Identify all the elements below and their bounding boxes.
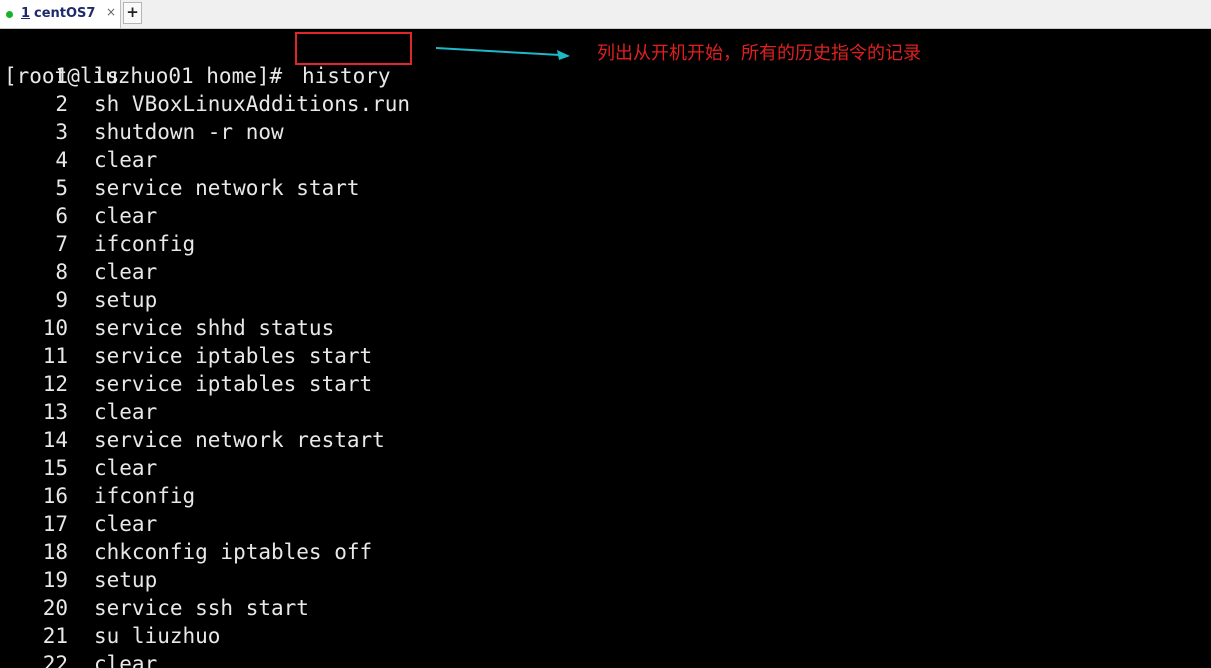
history-command: service network start (94, 176, 360, 200)
history-number: 14 (42, 428, 68, 452)
close-icon[interactable]: × (106, 5, 116, 19)
history-number: 18 (42, 540, 68, 564)
history-command: chkconfig iptables off (94, 540, 373, 564)
history-number: 7 (55, 232, 68, 256)
history-command: sh VBoxLinuxAdditions.run (94, 92, 411, 116)
history-command: clear (94, 400, 158, 424)
tab-bar: 1 centOS7 × + (0, 0, 1211, 29)
history-command: clear (94, 652, 158, 668)
history-number: 22 (42, 652, 68, 668)
terminal-output[interactable]: [root@liuzhuo01 home]# history 1 ls 2 sh VBo… (0, 29, 1211, 668)
tab-title: centOS7 (34, 6, 96, 21)
history-number: 8 (55, 260, 68, 284)
history-number: 6 (55, 204, 68, 228)
history-number: 9 (55, 288, 68, 312)
tab-number: 1 (21, 6, 31, 21)
prompt-line: [root@liuzhuo01 home]# history (0, 34, 391, 88)
history-number: 20 (42, 596, 68, 620)
history-command: clear (94, 148, 158, 172)
history-number: 21 (42, 624, 68, 648)
history-command: service iptables start (94, 344, 373, 368)
history-number: 1 (55, 64, 68, 88)
history-number: 5 (55, 176, 68, 200)
history-number: 2 (55, 92, 68, 116)
annotation-arrow-icon (435, 47, 570, 60)
history-command: service network restart (94, 428, 385, 452)
history-number: 11 (42, 344, 68, 368)
history-command: clear (94, 260, 158, 284)
history-command: clear (94, 204, 158, 228)
tab-centos7[interactable]: 1 centOS7 × (0, 0, 121, 28)
history-command: ls (94, 64, 120, 88)
history-command: service ssh start (94, 596, 309, 620)
connection-status-icon (6, 11, 13, 18)
annotation-text: 列出从开机开始，所有的历史指令的记录 (597, 43, 921, 64)
history-number: 3 (55, 120, 68, 144)
history-number: 13 (42, 400, 68, 424)
history-number: 12 (42, 372, 68, 396)
history-command: setup (94, 568, 158, 592)
history-number: 4 (55, 148, 68, 172)
history-command: clear (94, 456, 158, 480)
command-highlight-box (295, 32, 412, 65)
history-number: 10 (42, 316, 68, 340)
new-tab-button[interactable]: + (123, 2, 142, 24)
history-command: shutdown -r now (94, 120, 284, 144)
typed-command: history (302, 64, 391, 88)
history-command: clear (94, 512, 158, 536)
history-command: service iptables start (94, 372, 373, 396)
history-number: 19 (42, 568, 68, 592)
history-number: 15 (42, 456, 68, 480)
history-command: setup (94, 288, 158, 312)
history-number: 17 (42, 512, 68, 536)
history-command: ifconfig (94, 484, 196, 508)
history-number: 16 (42, 484, 68, 508)
history-command: ifconfig (94, 232, 196, 256)
history-command: service shhd status (94, 316, 335, 340)
history-command: su liuzhuo (94, 624, 221, 648)
